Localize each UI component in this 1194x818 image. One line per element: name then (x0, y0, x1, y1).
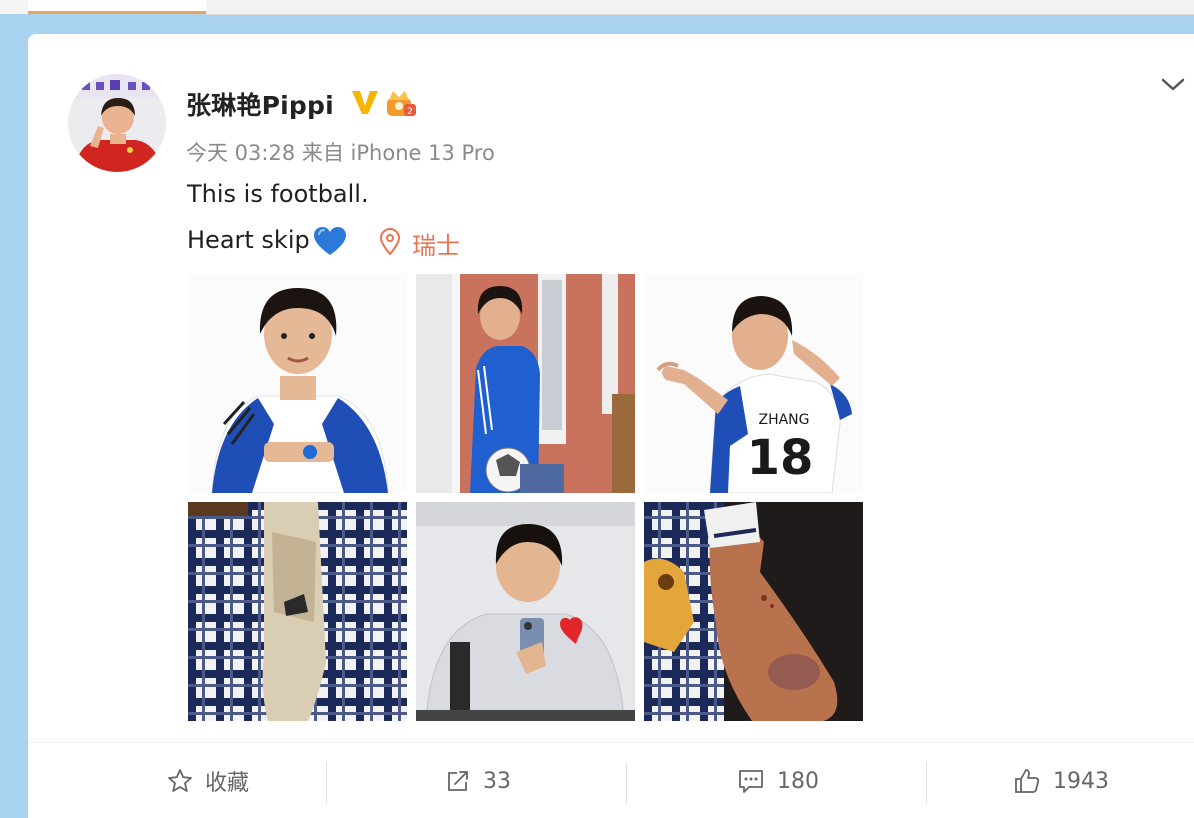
browser-tab-bar (0, 0, 1194, 15)
bruised-leg-photo (644, 502, 863, 721)
photo-5[interactable] (416, 502, 635, 721)
photo-4[interactable] (188, 502, 407, 721)
dirty-sock-photo (188, 502, 407, 721)
avatar[interactable] (68, 74, 166, 172)
username[interactable]: 张琳艳Pippi (186, 86, 334, 122)
mirror-selfie-photo (416, 502, 635, 721)
thumbs-up-icon (1015, 769, 1040, 793)
svg-text:ZHANG: ZHANG (758, 412, 809, 428)
location-link[interactable]: 瑞士 (412, 226, 460, 261)
player-front-photo (188, 274, 407, 493)
star-icon (168, 769, 192, 792)
photo-2[interactable] (416, 274, 635, 493)
repost-count: 33 (483, 768, 511, 794)
share-icon (448, 771, 468, 791)
like-count: 1943 (1053, 768, 1109, 794)
tab-strip (206, 0, 1194, 15)
post-text-line1: This is football. (187, 180, 369, 208)
photo-6[interactable] (644, 502, 863, 721)
weibo-post-card: 张琳艳Pippi 2 今天 03:28 来自 iPhone 13 Pro Thi… (28, 34, 1194, 818)
chevron-down-icon[interactable] (1160, 74, 1186, 96)
photo-1[interactable] (188, 274, 407, 493)
location-pin-icon (379, 228, 401, 256)
favorite-button[interactable]: 收藏 (88, 756, 328, 806)
blue-heart-icon (314, 227, 346, 255)
post-meta: 今天 03:28 来自 iPhone 13 Pro (186, 141, 495, 165)
player-back-18-photo: 18 ZHANG (644, 274, 863, 493)
comment-count: 180 (777, 768, 819, 794)
action-separator (326, 762, 327, 804)
crown-badge-icon: 2 (387, 91, 416, 117)
active-tab[interactable] (28, 0, 206, 14)
action-separator (626, 762, 627, 804)
player-wall-photo (416, 274, 635, 493)
comment-button[interactable]: 180 (628, 756, 928, 806)
photo-3[interactable]: 18 ZHANG (644, 274, 863, 493)
action-separator (926, 762, 927, 804)
like-button[interactable]: 1943 (928, 756, 1194, 806)
comment-icon (739, 770, 763, 793)
post-text-line2: Heart skip (187, 226, 310, 254)
svg-text:2: 2 (407, 107, 413, 117)
verified-v-icon (352, 91, 378, 114)
favorite-label: 收藏 (204, 771, 249, 796)
action-divider (28, 742, 1194, 743)
repost-button[interactable]: 33 (328, 756, 628, 806)
svg-text:18: 18 (747, 430, 814, 486)
